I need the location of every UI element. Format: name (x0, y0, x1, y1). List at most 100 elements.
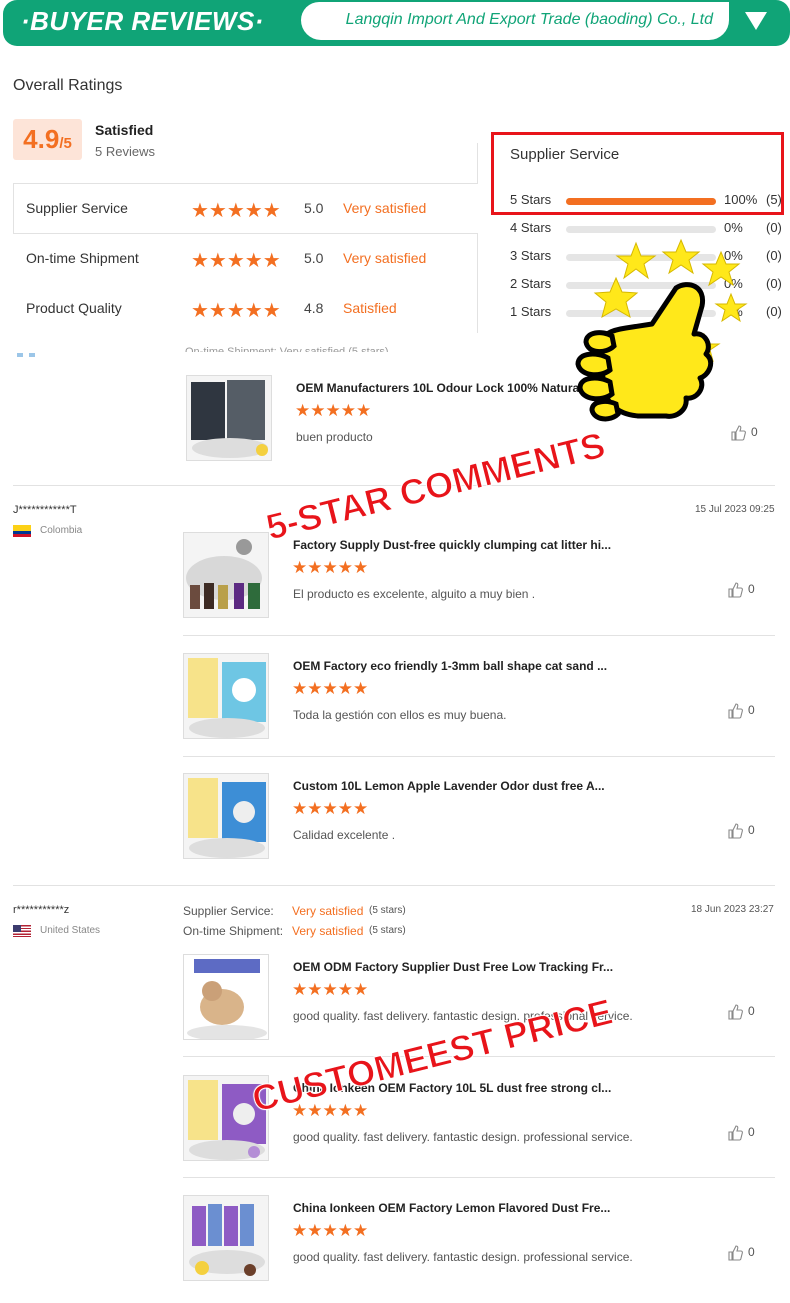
service-stars: (5 stars) (369, 905, 406, 916)
shipment-label: On-time Shipment: (183, 924, 284, 938)
product-name[interactable]: OEM Factory eco friendly 1-3mm ball shap… (293, 659, 607, 673)
review-date: 15 Jul 2023 09:25 (695, 504, 775, 515)
overall-ratings-title: Overall Ratings (13, 77, 123, 94)
rating-desc: Satisfied (343, 300, 397, 316)
product-image-icon (186, 539, 262, 609)
dist-count: (0) (766, 220, 782, 235)
thumbs-up-icon[interactable] (727, 1125, 743, 1141)
product-name[interactable]: Custom 10L Lemon Apple Lavender Odor dus… (293, 779, 605, 793)
review-count: 5 Reviews (95, 144, 155, 159)
thumbs-up-icon[interactable] (727, 823, 743, 839)
thumbs-up-icon[interactable] (727, 582, 743, 598)
product-name[interactable]: OEM Manufacturers 10L Odour Lock 100% Na… (296, 381, 583, 395)
rating-desc: Very satisfied (343, 200, 427, 216)
product-image-icon (189, 1204, 265, 1276)
like-count: 0 (748, 823, 755, 837)
page-title: ·BUYER REVIEWS· (21, 6, 264, 36)
score-suffix: /5 (59, 135, 72, 152)
rating-row-on-time-shipment: On-time Shipment ★★★★★ 5.0 Very satisfie… (13, 235, 478, 283)
company-name[interactable]: Langqin Import And Export Trade (baoding… (346, 11, 713, 29)
reviewer-country: Colombia (40, 525, 83, 536)
rating-value: 5.0 (304, 250, 324, 266)
like-count: 0 (748, 582, 755, 596)
review-comment: buen producto (296, 430, 373, 444)
cutoff-line: On-time Shipment: Very satisfied (5 star… (185, 346, 389, 352)
like-count: 0 (748, 703, 755, 717)
dist-bar (566, 226, 716, 233)
product-stars: ★★★★★ (292, 1221, 369, 1240)
shipment-stars: (5 stars) (369, 925, 406, 936)
shipment-rating-line: On-time Shipment: Very satisfied (5 star… (183, 924, 406, 938)
review-date: 18 Jun 2023 23:27 (691, 904, 774, 915)
product-divider (183, 1177, 775, 1178)
score-badge: 4.9/5 (13, 119, 82, 160)
review-product: Custom 10L Lemon Apple Lavender Odor dus… (183, 773, 775, 883)
distribution-row-4: 4 Stars 0% (0) (510, 220, 785, 238)
product-name[interactable]: China Ionkeen OEM Factory Lemon Flavored… (293, 1201, 610, 1215)
product-name[interactable]: Factory Supply Dust-free quickly clumpin… (293, 538, 611, 552)
header-banner: ·BUYER REVIEWS· Langqin Import And Expor… (3, 0, 790, 46)
like-count: 0 (748, 1125, 755, 1139)
product-stars: ★★★★★ (292, 980, 369, 999)
product-stars: ★★★★★ (292, 799, 369, 818)
rating-label: Product Quality (26, 300, 122, 316)
product-image-icon (188, 658, 266, 738)
us-flag-icon (13, 925, 31, 937)
cutoff-mark (29, 353, 35, 357)
product-stars: ★★★★★ (292, 558, 369, 577)
rating-row-product-quality: Product Quality ★★★★★ 4.8 Satisfied (13, 285, 478, 333)
product-stars: ★★★★★ (292, 679, 369, 698)
review-product: OEM Factory eco friendly 1-3mm ball shap… (183, 653, 775, 763)
cutoff-mark (17, 353, 23, 357)
expand-arrow-icon[interactable] (745, 12, 767, 30)
divider (13, 183, 478, 184)
overall-label: Satisfied (95, 122, 154, 138)
review-comment: El producto es excelente, alguito a muy … (293, 587, 536, 601)
rating-desc: Very satisfied (343, 250, 427, 266)
rating-value: 5.0 (304, 200, 324, 216)
product-image-icon (191, 380, 268, 458)
dist-pct: 0% (724, 220, 743, 235)
dist-label: 3 Stars (510, 248, 552, 263)
product-thumbnail[interactable] (183, 1195, 269, 1281)
dist-label: 1 Stars (510, 304, 552, 319)
service-rating-line: Supplier Service: Very satisfied (5 star… (183, 904, 406, 918)
rating-value: 4.8 (304, 300, 324, 316)
review-comment: Calidad excelente . (293, 828, 396, 842)
service-value: Very satisfied (292, 904, 364, 918)
review-divider (13, 885, 775, 886)
thumbs-up-icon[interactable] (727, 1004, 743, 1020)
service-label: Supplier Service: (183, 904, 274, 918)
company-pill[interactable]: Langqin Import And Export Trade (baoding… (301, 2, 729, 40)
product-divider (183, 635, 775, 636)
score-value: 4.9 (23, 124, 60, 154)
colombia-flag-icon (13, 525, 31, 537)
product-thumbnail[interactable] (183, 653, 269, 739)
rating-stars: ★★★★★ (191, 250, 281, 272)
product-thumbnail[interactable] (183, 954, 269, 1040)
rating-stars: ★★★★★ (191, 300, 281, 322)
product-thumbnail[interactable] (186, 375, 272, 461)
product-name[interactable]: OEM ODM Factory Supplier Dust Free Low T… (293, 960, 613, 974)
like-count: 0 (748, 1004, 755, 1018)
product-thumbnail[interactable] (183, 773, 269, 859)
divider (13, 233, 478, 234)
reviewer-name: J************T (13, 504, 77, 516)
product-stars: ★★★★★ (295, 401, 372, 420)
thumbs-up-icon[interactable] (727, 1245, 743, 1261)
like-count: 0 (748, 1245, 755, 1259)
dist-label: 4 Stars (510, 220, 552, 235)
shipment-value: Very satisfied (292, 924, 364, 938)
product-image-icon (188, 778, 266, 858)
highlight-box (491, 132, 784, 215)
thumbs-up-graphic-icon (575, 238, 748, 422)
rating-label: Supplier Service (26, 200, 128, 216)
review-product: China Ionkeen OEM Factory Lemon Flavored… (183, 1195, 775, 1303)
reviewer-name: r***********z (13, 904, 70, 916)
thumbs-up-icon[interactable] (727, 703, 743, 719)
rating-stars: ★★★★★ (191, 200, 281, 222)
product-thumbnail[interactable] (183, 532, 269, 618)
product-divider (183, 756, 775, 757)
review-comment: good quality. fast delivery. fantastic d… (293, 1130, 633, 1144)
rating-label: On-time Shipment (26, 250, 139, 266)
